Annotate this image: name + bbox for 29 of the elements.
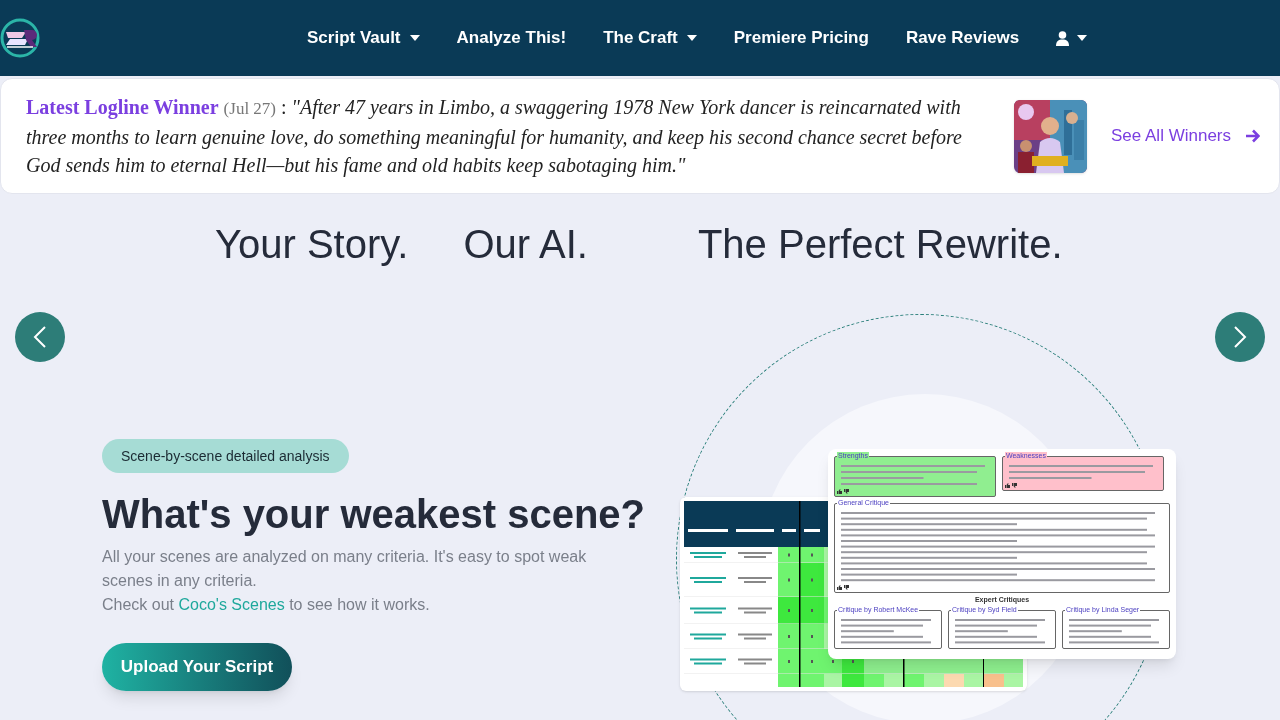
user-menu-button[interactable]: [1056, 30, 1088, 46]
thumbs-up-icon[interactable]: [1005, 483, 1010, 488]
cta-sentence: Check out Coco's Scenes to see how it works.: [102, 595, 430, 615]
feature-badge: Scene-by-scene detailed analysis: [102, 439, 349, 473]
previous-slide-button[interactable]: [15, 312, 65, 362]
thumbs-down-icon[interactable]: [1012, 483, 1017, 488]
upload-script-button[interactable]: Upload Your Script: [102, 643, 292, 691]
thumbs-up-icon[interactable]: [837, 584, 842, 590]
dropdown-menu-link[interactable]: The Craft: [603, 25, 697, 51]
nav-link[interactable]: Premiere Pricing: [733, 25, 869, 51]
logline-text: Latest Logline Winner (Jul 27) : "After 47 years in Limbo, a swaggering 1978 New York dancer is reincarnated with three months to learn genuine love, do something meaningful for humanity, and keep his second chance secret before God sends him to eternal Hell—but his fame and old habits keep sabotaging him.": [26, 95, 963, 179]
thumbs-down-icon[interactable]: [844, 584, 849, 590]
user-icon: [1056, 30, 1070, 46]
headline-text: Your Story.: [215, 221, 409, 268]
nav-link[interactable]: Analyze This!: [456, 25, 567, 51]
headline-text: The Perfect Rewrite.: [697, 221, 1063, 268]
nav-link[interactable]: Rave Reviews: [905, 25, 1020, 51]
arrow-right-icon: [1245, 129, 1260, 143]
slide-heading: What's your weakest scene?: [102, 491, 646, 538]
headline-text: Our AI.: [463, 221, 588, 268]
chevron-right-icon: [1233, 325, 1247, 349]
dropdown-menu-link[interactable]: Script Vault: [307, 25, 420, 51]
slide-description: All your scenes are analyzed on many criteria. It's easy to spot weak scenes in any criteria.: [102, 547, 588, 591]
see-all-winners-link[interactable]: See All Winners: [1111, 123, 1260, 149]
thumbs-up-icon[interactable]: [837, 489, 842, 494]
thumbs-down-icon[interactable]: [844, 489, 849, 494]
chevron-left-icon: [33, 325, 47, 349]
next-slide-button[interactable]: [1215, 312, 1265, 362]
logo-icon[interactable]: [0, 17, 42, 59]
